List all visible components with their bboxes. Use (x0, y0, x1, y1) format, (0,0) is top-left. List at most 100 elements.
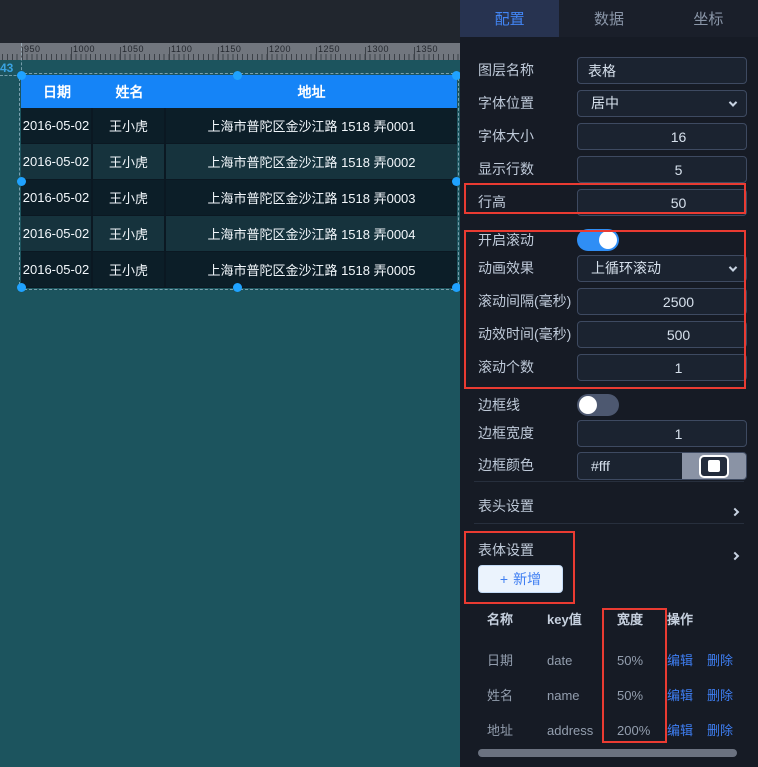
cell-name: 王小虎 (93, 108, 166, 143)
resize-handle-top-right[interactable] (452, 71, 460, 80)
column-name: 姓名 (487, 686, 513, 706)
widget-table-row: 2016-05-02 王小虎 上海市普陀区金沙江路 1518 弄0003 (21, 180, 457, 216)
row-height-input[interactable] (578, 190, 747, 215)
cell-date: 2016-05-02 (21, 144, 93, 179)
section-header-settings[interactable]: 表头设置 (460, 496, 758, 516)
columns-header-name: 名称 (487, 610, 513, 630)
font-position-value: 居中 (578, 91, 720, 116)
editor-root: 950 1000 1050 1100 1150 1200 1250 1300 1… (0, 0, 758, 767)
widget-col-header: 日期 (21, 75, 93, 108)
border-color-input[interactable]: #fff (578, 453, 682, 479)
config-panel: 配置 数据 坐标 图层名称 字体位置 居中 字体大小 (460, 0, 758, 767)
border-width-input[interactable] (578, 421, 747, 446)
border-width-field[interactable] (577, 420, 747, 447)
row-border-width: 边框宽度 (460, 420, 758, 447)
effect-time-input[interactable] (578, 322, 747, 347)
columns-header-key: key值 (547, 610, 582, 630)
delete-link[interactable]: 删除 (707, 651, 733, 671)
font-size-label: 字体大小 (478, 123, 534, 150)
horizontal-ruler: 950 1000 1050 1100 1150 1200 1250 1300 1… (0, 43, 460, 60)
cell-address: 上海市普陀区金沙江路 1518 弄0005 (166, 252, 457, 287)
layer-name-field[interactable] (577, 57, 747, 84)
divider (474, 523, 744, 524)
cell-name: 王小虎 (93, 144, 166, 179)
section-body-settings[interactable]: 表体设置 (460, 540, 758, 560)
edit-link[interactable]: 编辑 (667, 721, 693, 741)
scroll-interval-input[interactable] (578, 289, 747, 314)
scroll-count-label: 滚动个数 (478, 354, 534, 381)
color-picker-button[interactable] (682, 453, 746, 479)
canvas-topbar (0, 0, 460, 43)
tab-data[interactable]: 数据 (559, 0, 658, 37)
scroll-enabled-label: 开启滚动 (478, 227, 534, 254)
border-line-label: 边框线 (478, 392, 520, 419)
font-size-field[interactable] (577, 123, 747, 150)
border-line-toggle[interactable] (577, 394, 619, 416)
edit-link[interactable]: 编辑 (667, 686, 693, 706)
canvas-area[interactable]: 950 1000 1050 1100 1150 1200 1250 1300 1… (0, 0, 460, 767)
row-font-size: 字体大小 (460, 123, 758, 150)
table-widget[interactable]: 日期 姓名 地址 2016-05-02 王小虎 上海市普陀区金沙江路 1518 … (21, 75, 457, 288)
ruler-tick-label: 1250 (318, 44, 340, 54)
visible-rows-input[interactable] (578, 157, 747, 182)
toggle-knob (579, 396, 597, 414)
tab-coordinates[interactable]: 坐标 (659, 0, 758, 37)
cell-date: 2016-05-02 (21, 180, 93, 215)
column-key: name (547, 686, 580, 706)
delete-link[interactable]: 删除 (707, 686, 733, 706)
column-width: 50% (617, 651, 643, 671)
resize-handle-top-mid[interactable] (233, 71, 242, 80)
header-settings-label: 表头设置 (478, 496, 534, 516)
column-key: date (547, 651, 572, 671)
row-visible-rows: 显示行数 (460, 156, 758, 183)
cell-address: 上海市普陀区金沙江路 1518 弄0001 (166, 108, 457, 143)
widget-table-row: 2016-05-02 王小虎 上海市普陀区金沙江路 1518 弄0001 (21, 108, 457, 144)
column-key: address (547, 721, 593, 741)
panel-tabs: 配置 数据 坐标 (460, 0, 758, 37)
resize-handle-top-left[interactable] (17, 71, 26, 80)
border-color-field: #fff (577, 452, 747, 480)
border-color-label: 边框颜色 (478, 452, 534, 479)
animation-value: 上循环滚动 (578, 256, 720, 281)
visible-rows-label: 显示行数 (478, 156, 534, 183)
ruler-tick-label: 1050 (122, 44, 144, 54)
resize-handle-mid-left[interactable] (17, 177, 26, 186)
resize-handle-mid-right[interactable] (452, 177, 460, 186)
ruler-tick-label: 950 (24, 44, 41, 54)
widget-col-header: 姓名 (93, 75, 166, 108)
resize-handle-bottom-mid[interactable] (233, 283, 242, 292)
cell-address: 上海市普陀区金沙江路 1518 弄0002 (166, 144, 457, 179)
tab-config[interactable]: 配置 (460, 0, 559, 37)
column-name: 地址 (487, 721, 513, 741)
scroll-count-field[interactable] (577, 354, 747, 381)
layer-name-input[interactable] (578, 58, 747, 83)
font-size-input[interactable] (578, 124, 747, 149)
row-row-height: 行高 (460, 189, 758, 216)
cell-date: 2016-05-02 (21, 252, 93, 287)
edit-link[interactable]: 编辑 (667, 651, 693, 671)
resize-handle-bottom-left[interactable] (17, 283, 26, 292)
row-scroll-count: 滚动个数 (460, 354, 758, 381)
horizontal-scrollbar[interactable] (478, 749, 737, 757)
animation-select[interactable]: 上循环滚动 (577, 255, 747, 282)
ruler-tick-label: 1100 (171, 44, 192, 54)
visible-rows-field[interactable] (577, 156, 747, 183)
resize-handle-bottom-right[interactable] (452, 283, 460, 292)
effect-time-field[interactable] (577, 321, 747, 348)
ruler-tick-label: 1200 (269, 44, 291, 54)
scroll-count-input[interactable] (578, 355, 747, 380)
delete-link[interactable]: 删除 (707, 721, 733, 741)
column-width: 200% (617, 721, 650, 741)
row-height-field[interactable] (577, 189, 747, 216)
add-column-button[interactable]: + 新增 (478, 565, 563, 593)
scroll-enabled-toggle[interactable] (577, 229, 619, 251)
effect-time-label: 动效时间(毫秒) (478, 321, 571, 348)
scroll-interval-label: 滚动间隔(毫秒) (478, 288, 571, 315)
scroll-interval-field[interactable] (577, 288, 747, 315)
layer-name-label: 图层名称 (478, 57, 534, 84)
widget-table-header: 日期 姓名 地址 (21, 75, 457, 108)
font-position-label: 字体位置 (478, 90, 534, 117)
font-position-select[interactable]: 居中 (577, 90, 747, 117)
ruler-origin-label: 43 (0, 61, 13, 75)
chevron-right-icon (732, 502, 738, 520)
